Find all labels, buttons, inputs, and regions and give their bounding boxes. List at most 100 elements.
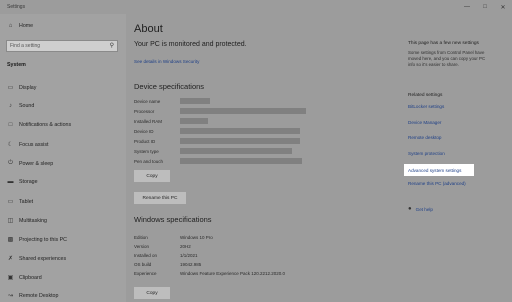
focus-assist-icon: ☾ bbox=[7, 142, 14, 148]
spec-label: Pen and touch bbox=[134, 158, 164, 164]
spec-label: Version bbox=[134, 243, 150, 249]
sidebar-item-storage[interactable]: ▬ Storage bbox=[6, 179, 38, 185]
spec-label: Device name bbox=[134, 98, 161, 104]
sidebar-item-label: Remote Desktop bbox=[19, 292, 59, 299]
spec-row: Experience Windows Feature Experience Pac… bbox=[134, 270, 285, 276]
redacted-value bbox=[180, 138, 300, 144]
rename-pc-advanced-link[interactable]: Rename this PC (advanced) bbox=[408, 181, 466, 186]
get-help-label: Get help bbox=[415, 206, 433, 212]
copy-device-specs-button[interactable]: Copy bbox=[134, 170, 170, 182]
sidebar-item-label: Notifications & actions bbox=[19, 122, 72, 128]
get-help-link[interactable]: ● Get help bbox=[408, 206, 433, 212]
redacted-value bbox=[180, 98, 210, 104]
bitlocker-settings-link[interactable]: BitLocker settings bbox=[408, 104, 444, 109]
spec-value: 20H2 bbox=[180, 243, 191, 249]
protection-status: Your PC is monitored and protected. bbox=[134, 41, 247, 48]
spec-value: Windows Feature Experience Pack 120.2212… bbox=[180, 270, 286, 276]
sidebar-item-home[interactable]: ⌂ Home bbox=[6, 23, 33, 29]
section-title: System bbox=[7, 62, 26, 68]
spec-label: Edition bbox=[134, 234, 148, 240]
spec-label: System type bbox=[134, 148, 159, 154]
spec-label: Experience bbox=[134, 270, 157, 276]
projecting-icon: ▩ bbox=[7, 237, 14, 243]
sidebar-item-display[interactable]: ▭ Display bbox=[6, 84, 37, 92]
spec-label: Processor bbox=[134, 108, 155, 114]
spec-row: Device name bbox=[134, 98, 180, 104]
sidebar-item-remote-desktop[interactable]: ↝ Remote Desktop bbox=[6, 292, 59, 300]
sidebar-item-shared-experiences[interactable]: ✗ Shared experiences bbox=[6, 255, 67, 263]
spec-row: OS build 19042.985 bbox=[134, 261, 201, 267]
tablet-icon: ▭ bbox=[7, 199, 14, 205]
storage-icon: ▬ bbox=[7, 179, 14, 185]
spec-value: Windows 10 Pro bbox=[180, 234, 213, 240]
sidebar-item-projecting[interactable]: ▩ Projecting to this PC bbox=[6, 236, 67, 244]
sidebar-item-power[interactable]: ⏻ Power & sleep bbox=[6, 160, 53, 167]
spec-label: Installed RAM bbox=[134, 118, 163, 124]
sidebar-item-label: Focus assist bbox=[19, 141, 49, 148]
title-bar: Settings — □ ✕ bbox=[0, 0, 512, 14]
window-controls: — □ ✕ bbox=[458, 0, 512, 14]
redacted-value bbox=[180, 128, 300, 134]
home-icon: ⌂ bbox=[8, 23, 13, 29]
spec-row: Device ID bbox=[134, 128, 180, 134]
advanced-system-settings-link[interactable]: Advanced system settings bbox=[404, 164, 474, 176]
spec-label: Device ID bbox=[134, 128, 154, 134]
related-settings-heading: Related settings bbox=[408, 93, 443, 98]
settings-window: Settings — □ ✕ ⌂ Home Find a setting ⚲ S… bbox=[0, 0, 512, 302]
minimize-button[interactable]: — bbox=[458, 0, 476, 14]
sidebar-item-sound[interactable]: ♪ Sound bbox=[6, 103, 34, 109]
search-placeholder: Find a setting bbox=[10, 43, 41, 49]
redacted-value bbox=[180, 158, 302, 164]
sidebar-item-notifications[interactable]: □ Notifications & actions bbox=[6, 122, 71, 128]
redacted-value bbox=[180, 108, 306, 114]
spec-row: Pen and touch bbox=[134, 158, 180, 164]
windows-specs-heading: Windows specifications bbox=[134, 215, 212, 224]
sidebar-item-label: Display bbox=[19, 84, 37, 91]
power-icon: ⏻ bbox=[8, 160, 13, 166]
rename-pc-button[interactable]: Rename this PC bbox=[134, 192, 186, 204]
display-icon: ▭ bbox=[7, 85, 14, 91]
notifications-icon: □ bbox=[8, 122, 13, 128]
new-settings-text: Some settings from Control Panel have mo… bbox=[408, 50, 486, 67]
device-manager-link[interactable]: Device Manager bbox=[408, 120, 441, 125]
close-button[interactable]: ✕ bbox=[494, 0, 512, 14]
spec-value: 19042.985 bbox=[180, 261, 202, 267]
copy-windows-specs-button[interactable]: Copy bbox=[134, 287, 170, 299]
spec-label: Installed on bbox=[134, 252, 158, 258]
sidebar-item-clipboard[interactable]: ▣ Clipboard bbox=[6, 274, 42, 282]
redacted-value bbox=[180, 118, 208, 124]
spec-row: Installed RAM bbox=[134, 118, 180, 124]
sidebar-item-label: Tablet bbox=[19, 198, 34, 205]
spec-label: OS build bbox=[134, 261, 152, 267]
search-input[interactable]: Find a setting ⚲ bbox=[6, 40, 118, 52]
sound-icon: ♪ bbox=[9, 103, 12, 109]
sidebar: ⌂ Home Find a setting ⚲ System ▭ Display… bbox=[0, 14, 126, 302]
sidebar-item-label: Sound bbox=[19, 103, 35, 109]
spec-label: Product ID bbox=[134, 138, 156, 144]
sidebar-item-label: Storage bbox=[19, 179, 38, 185]
sidebar-item-label: Clipboard bbox=[19, 274, 42, 281]
sidebar-item-tablet[interactable]: ▭ Tablet bbox=[6, 198, 34, 206]
system-protection-link[interactable]: System protection bbox=[408, 151, 445, 156]
maximize-button[interactable]: □ bbox=[476, 0, 494, 14]
page-title: About bbox=[134, 23, 163, 35]
help-icon: ● bbox=[408, 206, 412, 212]
spec-row: Version 20H2 bbox=[134, 243, 191, 249]
new-settings-heading: This page has a few new settings bbox=[408, 41, 479, 46]
multitasking-icon: ◫ bbox=[7, 218, 14, 224]
shared-experiences-icon: ✗ bbox=[7, 256, 14, 262]
spec-row: Processor bbox=[134, 108, 180, 114]
sidebar-item-label: Shared experiences bbox=[19, 255, 67, 262]
spec-value: 1/1/2021 bbox=[180, 252, 198, 258]
remote-desktop-link[interactable]: Remote desktop bbox=[408, 135, 441, 140]
spec-row: Product ID bbox=[134, 138, 180, 144]
sidebar-item-label: Projecting to this PC bbox=[19, 236, 67, 243]
clipboard-icon: ▣ bbox=[7, 275, 14, 281]
sidebar-item-label: Multitasking bbox=[19, 217, 47, 224]
windows-security-link[interactable]: See details in Windows Security bbox=[134, 59, 199, 64]
window-title: Settings bbox=[7, 4, 26, 10]
sidebar-item-focus-assist[interactable]: ☾ Focus assist bbox=[6, 141, 49, 149]
search-icon: ⚲ bbox=[109, 43, 114, 49]
remote-desktop-icon: ↝ bbox=[7, 293, 14, 299]
sidebar-item-multitasking[interactable]: ◫ Multitasking bbox=[6, 217, 47, 225]
